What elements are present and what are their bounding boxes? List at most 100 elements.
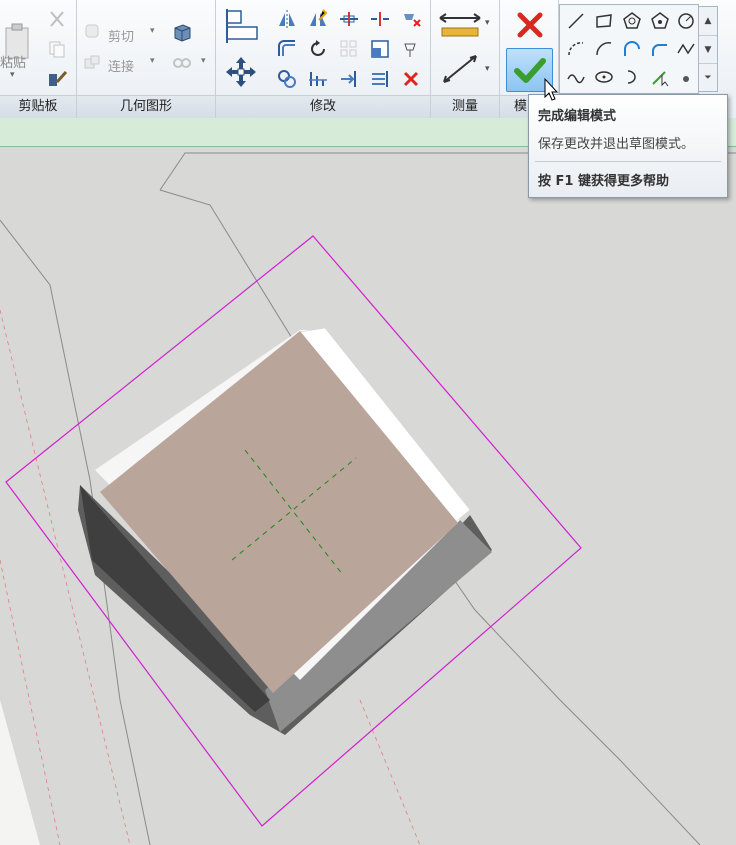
geometry-panel-label: 几何图形 [77,95,215,118]
unpin-icon [404,14,421,27]
model-view [0,147,736,845]
scroll-down-icon[interactable]: ▼ [699,35,717,64]
offset-icon [278,40,295,56]
mirror-axis-button[interactable] [272,4,302,34]
scale-icon [371,40,389,58]
trim-single-button[interactable] [334,64,364,94]
scroll-up-icon[interactable]: ▲ [699,7,717,35]
tooltip-description: 保存更改并退出草图模式。 [538,137,695,152]
measure-ruler-icon [439,13,481,37]
chain-icon [173,58,191,68]
cancel-x-icon [517,12,543,38]
spline-icon [677,43,695,55]
array-button[interactable] [334,34,364,64]
draw-point-button[interactable] [671,62,701,92]
draw-line-button[interactable] [561,6,591,36]
gallery-scrollbar[interactable]: ▲ ▼ ⏷ [698,6,718,92]
wave-icon [567,74,585,84]
array-icon [340,40,357,57]
move-button[interactable] [220,52,262,92]
trim-multiple-icon [372,71,388,87]
cube-icon [174,24,191,42]
draw-start-end-arc-button[interactable] [561,34,591,64]
trim-icon [309,72,327,86]
aligned-dimension-icon [443,55,477,83]
split-icon [340,12,358,26]
circle-icon [678,13,694,29]
scissors-icon [50,11,64,27]
gallery-expand-icon[interactable]: ⏷ [699,63,717,92]
tooltip-divider [535,161,721,162]
uncut-button[interactable] [167,48,197,78]
dimension-dropdown-icon[interactable]: ▾ [485,64,490,74]
measure-dropdown-icon[interactable]: ▾ [485,18,490,28]
trim-extend-button[interactable] [303,64,333,94]
move-icon [226,57,256,87]
modify-panel: 修改 [216,0,431,118]
copy-modify-button[interactable] [272,64,302,94]
rectangle-icon [596,14,612,28]
trim-multiple-button[interactable] [365,64,395,94]
draw-rectangle-button[interactable] [589,6,619,36]
align-button[interactable] [220,6,262,46]
line-icon [568,13,584,29]
copy-icon [49,41,65,58]
wall-join-button[interactable] [167,18,197,48]
draw-spline-button[interactable] [671,34,701,64]
split-gap-button[interactable] [365,4,395,34]
draw-tangent-arc-button[interactable] [617,34,647,64]
draw-circle-button[interactable] [671,6,701,36]
join-dropdown-icon[interactable]: ▾ [150,56,155,66]
finish-edit-mode-tooltip: 完成编辑模式 保存更改并退出草图模式。 按 F1 键获得更多帮助 [528,94,728,198]
paste-label: 粘贴 [0,56,27,71]
draw-center-end-arc-button[interactable] [589,34,619,64]
center-end-arc-icon [596,42,612,56]
tangent-arc-icon [624,41,640,56]
geometry-panel: 剪切 ▾ 连接 ▾ ▾ 几何图形 [77,0,216,118]
measure-between-button[interactable] [435,8,485,42]
pin-icon [404,43,416,57]
half-ellipse-icon [627,70,636,84]
delete-button[interactable] [396,64,426,94]
align-icon [226,9,258,43]
cut-dropdown-icon[interactable]: ▾ [150,26,155,36]
draw-ellipse-button[interactable] [589,62,619,92]
cut-geometry-button[interactable]: 剪切 [108,26,134,45]
unpin-button[interactable] [396,4,426,34]
modify-panel-label: 修改 [216,95,430,118]
view-canvas[interactable] [0,147,736,845]
uncut-dropdown-icon[interactable]: ▾ [201,56,206,66]
split-button[interactable] [334,4,364,34]
trim-single-icon [341,71,356,87]
inscribed-polygon-icon [623,12,641,29]
mirror-draw-button[interactable] [303,4,333,34]
rotate-icon [311,40,325,56]
dimension-button[interactable] [435,48,485,90]
fillet-arc-icon [652,44,667,56]
start-end-arc-icon [568,42,584,56]
circumscribed-polygon-icon [651,12,669,29]
clipboard-panel: 粘贴 ▾ 剪贴板 [0,0,77,118]
cancel-edit-mode-button[interactable] [510,6,550,44]
draw-half-ellipse-button[interactable] [617,62,647,92]
copy-button[interactable] [42,34,72,64]
join-geometry-button[interactable]: 连接 [108,56,134,75]
draw-ellipse-arc-button[interactable] [561,62,591,92]
match-properties-button[interactable] [42,64,72,94]
point-icon [683,76,689,82]
measure-panel: ▾ ▾ 测量 [431,0,500,118]
paste-dropdown-icon[interactable]: ▾ [10,70,15,80]
ellipse-icon [595,71,613,83]
join-geometry-icon [81,52,103,74]
split-gap-icon [371,12,389,26]
offset-button[interactable] [272,34,302,64]
pin-button[interactable] [396,34,426,64]
cut-button[interactable] [42,4,72,34]
paintbrush-icon [49,70,68,86]
delete-icon [403,71,419,87]
cut-geometry-icon [81,20,103,42]
draw-inscribed-polygon-button[interactable] [617,6,647,36]
mirror-icon [279,10,295,28]
scale-button[interactable] [365,34,395,64]
rotate-button[interactable] [303,34,333,64]
